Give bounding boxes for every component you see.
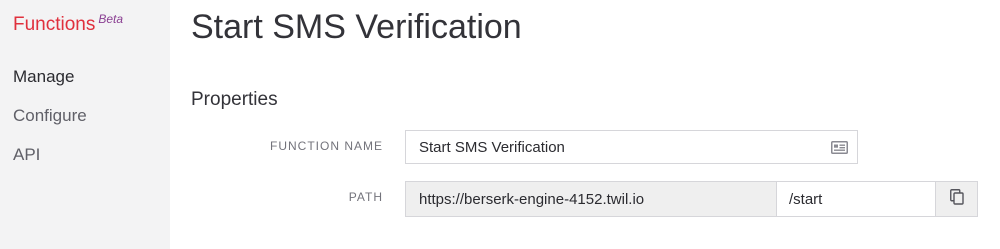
section-title: Properties [191, 89, 278, 110]
sidebar: Functions Beta Manage Configure API [0, 0, 170, 249]
path-base-url: https://berserk-engine-4152.twil.io [405, 181, 777, 217]
function-name-value: Start SMS Verification [419, 138, 565, 156]
brand-name: Functions [13, 14, 96, 35]
path-input[interactable]: /start [776, 181, 936, 217]
path-label: PATH [348, 190, 383, 204]
sidebar-item-configure[interactable]: Configure [13, 106, 87, 126]
copy-path-button[interactable] [935, 181, 978, 217]
product-title[interactable]: Functions Beta [13, 12, 124, 36]
function-name-label: FUNCTION NAME [270, 139, 383, 153]
beta-badge: Beta [98, 12, 124, 26]
copy-icon [949, 188, 964, 210]
contact-card-icon [830, 140, 848, 154]
sidebar-item-api[interactable]: API [13, 145, 40, 165]
function-name-field[interactable]: Start SMS Verification [405, 130, 858, 164]
sidebar-item-manage[interactable]: Manage [13, 67, 74, 87]
page-title: Start SMS Verification [191, 8, 522, 46]
